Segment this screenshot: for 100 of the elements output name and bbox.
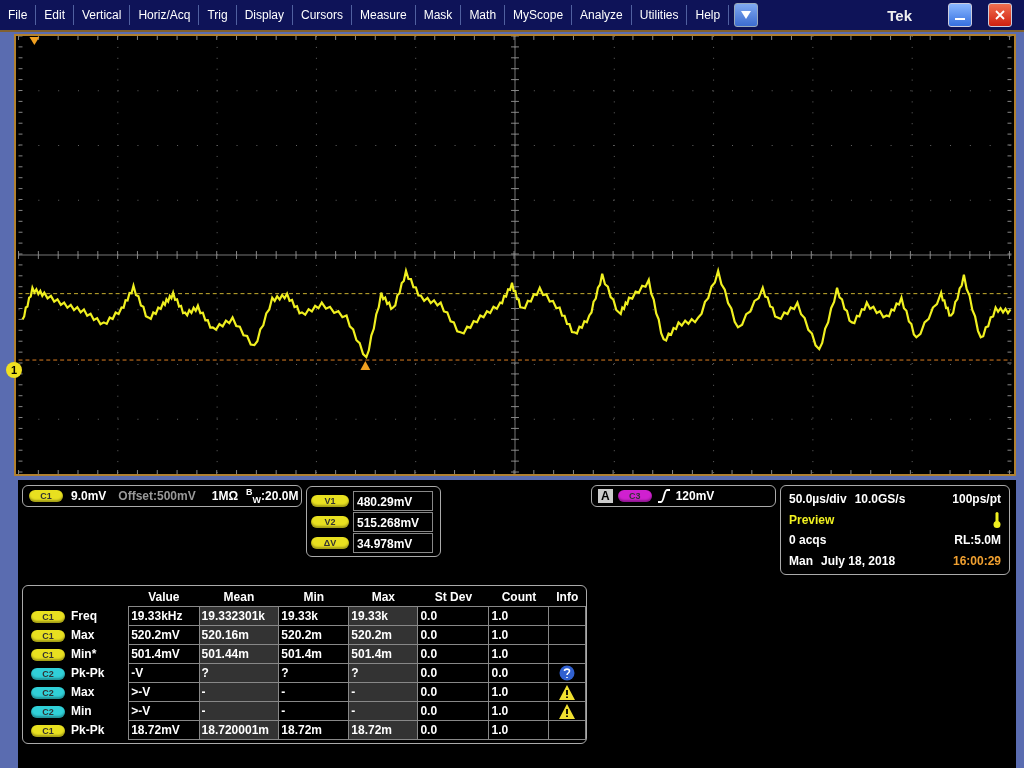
- table-cell: 19.33kHz: [128, 606, 200, 626]
- impedance-value: 1MΩ: [211, 489, 239, 503]
- menu-item[interactable]: Help: [687, 5, 730, 25]
- close-button[interactable]: [988, 3, 1012, 27]
- caret-icon: [741, 11, 752, 19]
- record-length: RL:5.0M: [954, 533, 1001, 548]
- table-cell: ?: [278, 663, 349, 683]
- column-header: Count: [489, 588, 549, 607]
- column-header: Max: [348, 588, 418, 607]
- table-cell: 19.33k: [348, 606, 418, 626]
- measurement-name: Min: [71, 704, 92, 718]
- menu-item[interactable]: Edit: [36, 5, 75, 25]
- channel-chip[interactable]: C2: [31, 706, 65, 718]
- offset-value: Offset:500mV: [118, 489, 196, 503]
- channel-chip[interactable]: C2: [31, 668, 65, 680]
- trigger-level: 120mV: [675, 489, 715, 503]
- warning-icon[interactable]: [559, 684, 576, 700]
- table-cell: 520.2mV: [128, 625, 200, 645]
- table-cell: 1.0: [489, 701, 549, 721]
- table-cell: 0.0: [417, 644, 489, 664]
- measurement-name: Pk-Pk: [71, 666, 105, 680]
- table-cell: 501.4mV: [128, 644, 200, 664]
- table-cell: 1.0: [489, 644, 549, 664]
- cursor-value: 515.268mV: [353, 511, 433, 532]
- table-cell: 1.0: [489, 682, 549, 702]
- table-cell: 19.33k: [278, 606, 349, 626]
- channel-chip[interactable]: C2: [31, 687, 65, 699]
- close-icon: [995, 10, 1005, 20]
- menu-item[interactable]: Analyze: [572, 5, 632, 25]
- menu-item[interactable]: Trig: [199, 5, 237, 25]
- help-icon[interactable]: [559, 665, 576, 681]
- column-header: St Dev: [417, 588, 489, 607]
- time-resolution: 100ps/pt: [952, 492, 1001, 506]
- column-header: Info: [549, 588, 586, 607]
- menu-item[interactable]: Utilities: [631, 5, 688, 25]
- trigger-mode: Man: [789, 553, 813, 568]
- rising-edge-icon: [656, 489, 671, 503]
- table-cell: >-V: [128, 682, 200, 702]
- sample-rate: 10.0GS/s: [854, 492, 906, 506]
- column-header: Min: [278, 588, 349, 607]
- menu-item[interactable]: Display: [236, 5, 293, 25]
- channel-chip[interactable]: C1: [31, 649, 65, 661]
- cursor-chip[interactable]: V2: [311, 515, 349, 528]
- table-cell: 1.0: [489, 720, 549, 740]
- channel-chip[interactable]: C1: [29, 490, 63, 502]
- acquisition-count: 0 acqs: [789, 533, 827, 548]
- table-cell: 0.0: [417, 625, 489, 645]
- table-cell: -: [278, 701, 349, 721]
- trigger-source-label: A: [598, 489, 613, 503]
- menu-item[interactable]: Cursors: [293, 5, 352, 25]
- channel-chip[interactable]: C1: [31, 630, 65, 642]
- menu-item[interactable]: Horiz/Acq: [130, 5, 200, 25]
- time-text: 16:00:29: [952, 553, 1001, 568]
- menu-item[interactable]: Math: [461, 5, 506, 25]
- table-cell: 520.2m: [278, 625, 349, 645]
- table-cell: 0.0: [417, 606, 489, 626]
- warning-icon[interactable]: [559, 703, 576, 719]
- table-cell: 0.0: [489, 663, 549, 683]
- table-cell: 0.0: [417, 663, 489, 683]
- table-cell: 0.0: [417, 720, 489, 740]
- time-scale: 50.0µs/div: [789, 492, 847, 506]
- table-cell: 0.0: [417, 701, 489, 721]
- table-cell: -V: [128, 663, 200, 683]
- measurement-name: Pk-Pk: [71, 723, 105, 737]
- table-cell: -: [278, 682, 349, 702]
- cursor-chip[interactable]: V1: [311, 494, 349, 507]
- menu-item[interactable]: Mask: [415, 5, 462, 25]
- table-cell: 1.0: [489, 625, 549, 645]
- table-cell: 1.0: [489, 606, 549, 626]
- cursor-chip[interactable]: ΔV: [311, 536, 349, 549]
- channel-reference-marker[interactable]: 1: [6, 362, 22, 378]
- measurement-name: Min*: [71, 647, 97, 661]
- menu-item[interactable]: MyScope: [505, 5, 573, 25]
- cursor-line[interactable]: [18, 293, 1012, 295]
- channel-chip[interactable]: C1: [31, 725, 65, 737]
- minimize-button[interactable]: [948, 3, 972, 27]
- menu-item[interactable]: File: [0, 5, 37, 25]
- menu-item[interactable]: Vertical: [74, 5, 131, 25]
- date-text: July 18, 2018: [821, 553, 896, 568]
- brand-logo: Tek: [887, 6, 912, 24]
- table-cell: 19.332301k: [199, 606, 279, 626]
- measurement-name: Max: [71, 685, 95, 699]
- table-cell: 0.0: [417, 682, 489, 702]
- column-header: Mean: [199, 588, 279, 607]
- measurement-name: Max: [71, 628, 95, 642]
- channel-chip[interactable]: C1: [31, 611, 65, 623]
- trigger-point-icon[interactable]: [360, 361, 371, 370]
- vertical-scale: 9.0mV: [71, 489, 107, 503]
- dropdown-button[interactable]: [734, 3, 759, 27]
- measurement-name: Freq: [71, 609, 97, 623]
- table-cell: 18.72mV: [128, 720, 200, 740]
- column-header: Value: [128, 588, 200, 607]
- cursor-value: 34.978mV: [353, 532, 433, 553]
- table-cell: 18.72m: [278, 720, 349, 740]
- acquisition-state: Preview: [789, 512, 835, 527]
- thermometer-icon: [993, 511, 1001, 528]
- table-cell: 501.4m: [278, 644, 349, 664]
- menu-item[interactable]: Measure: [352, 5, 416, 25]
- table-cell: >-V: [128, 701, 200, 721]
- trigger-position-icon[interactable]: [29, 37, 40, 45]
